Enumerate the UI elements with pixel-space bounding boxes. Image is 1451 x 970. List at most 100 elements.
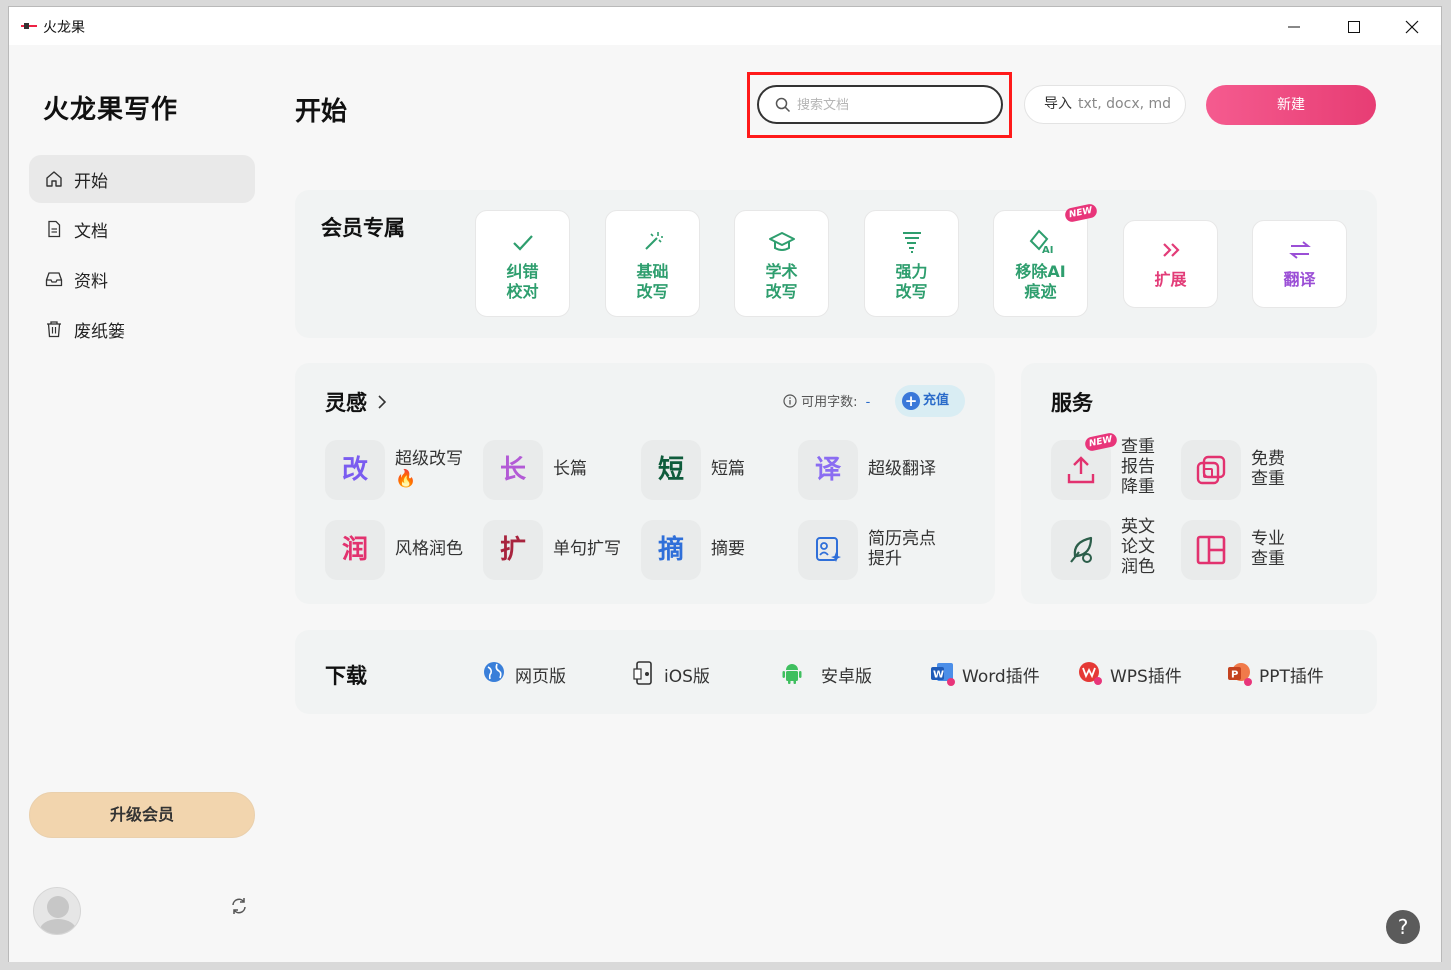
new-badge: NEW: [1063, 202, 1098, 224]
summary-label[interactable]: 摘要: [711, 539, 745, 559]
quill-icon: [1070, 536, 1093, 563]
main-content: 火龙果写作 开始 文档 资料 废纸篓 升级会员 开始 导入txt, docx,: [9, 45, 1441, 962]
search-box[interactable]: [757, 85, 1003, 124]
sentence-expand-icon[interactable]: 扩: [483, 520, 543, 580]
new-document-button[interactable]: 新建: [1206, 85, 1376, 125]
free-check-label[interactable]: 免费 查重: [1251, 449, 1285, 489]
fire-icon: 🔥: [395, 469, 417, 489]
minimize-icon: [1288, 26, 1300, 28]
plagiarism-report-label[interactable]: 查重 报告 降重: [1121, 437, 1155, 497]
copy-squares-icon: [1196, 455, 1226, 485]
layout-panel-icon: [1196, 535, 1226, 565]
page-title: 开始: [295, 97, 348, 127]
member-section-title: 会员专属: [321, 216, 405, 240]
quota-value: -: [865, 395, 871, 410]
inspiration-card: 灵感 可用字数: - + 充值 改 超级改写 🔥 长 长篇 短 短篇 译 超级翻译…: [295, 363, 995, 604]
inbox-icon: [45, 272, 63, 287]
super-rewrite-label[interactable]: 超级改写 🔥: [395, 449, 463, 489]
avatar[interactable]: [33, 887, 81, 935]
home-icon: [46, 171, 62, 187]
free-check-icon[interactable]: [1181, 440, 1241, 500]
sidebar-item-label: 文档: [74, 222, 108, 242]
ios-phone-icon: [633, 661, 652, 685]
word-icon: W: [931, 663, 955, 686]
close-button[interactable]: [1383, 7, 1441, 45]
check-icon: [512, 235, 533, 251]
app-window: 火龙果 火龙果写作 开始 文档 资料 废纸篓 升级会员 开始 搜索文档 导入 t…: [8, 6, 1442, 962]
sentence-expand-label[interactable]: 单句扩写: [553, 539, 621, 559]
globe-icon: [484, 662, 504, 682]
style-polish-label[interactable]: 风格润色: [395, 539, 463, 559]
maximize-button[interactable]: [1325, 7, 1383, 45]
pro-check-icon[interactable]: [1181, 520, 1241, 580]
sidebar-item-materials[interactable]: 资料: [29, 255, 255, 303]
window-title: 火龙果: [43, 20, 85, 36]
brand-logo: 火龙果写作: [43, 95, 179, 125]
tile-error-correction[interactable]: 纠错 校对: [475, 210, 570, 317]
tornado-icon: [902, 232, 921, 253]
sidebar-item-documents[interactable]: 文档: [29, 205, 255, 253]
double-chevron-icon: [1162, 243, 1180, 257]
tile-power-rewrite[interactable]: 强力 改写: [864, 210, 959, 317]
graduation-cap-icon: [768, 232, 795, 251]
sync-icon[interactable]: [229, 896, 249, 916]
tile-academic-rewrite[interactable]: 学术 改写: [734, 210, 829, 317]
info-icon: [783, 394, 797, 408]
chevron-right-icon[interactable]: [377, 394, 387, 410]
short-form-icon[interactable]: 短: [641, 440, 701, 500]
services-card: 服务 NEW 查重 报告 降重 免费 查重 英文 论文 润色 专业 查重: [1021, 363, 1377, 604]
long-form-label[interactable]: 长篇: [553, 459, 587, 479]
tile-translate[interactable]: 翻译: [1252, 220, 1347, 308]
help-button[interactable]: ?: [1386, 910, 1420, 944]
english-polish-icon[interactable]: [1051, 520, 1111, 580]
document-icon: [48, 220, 61, 238]
search-input[interactable]: [797, 94, 987, 116]
tile-remove-ai-traces[interactable]: AI 移除AI 痕迹: [993, 210, 1088, 317]
tile-expand[interactable]: 扩展: [1123, 220, 1218, 308]
english-polish-label[interactable]: 英文 论文 润色: [1121, 517, 1155, 577]
eraser-ai-icon: AI: [1029, 229, 1053, 255]
trash-icon: [47, 321, 61, 338]
recharge-button[interactable]: + 充值: [895, 385, 965, 417]
new-badge: NEW: [1083, 431, 1118, 453]
inspiration-title[interactable]: 灵感: [325, 387, 367, 417]
ppt-icon: P: [1228, 663, 1252, 686]
search-icon: [775, 97, 791, 113]
sidebar-item-label: 开始: [74, 172, 108, 192]
services-title: 服务: [1051, 391, 1093, 415]
svg-text:P: P: [1231, 670, 1238, 681]
sidebar-item-start[interactable]: 开始: [29, 155, 255, 203]
short-form-label[interactable]: 短篇: [711, 459, 745, 479]
title-bar: 火龙果: [9, 7, 1441, 45]
import-button[interactable]: 导入 txt, docx, md: [1024, 85, 1186, 124]
import-formats: txt, docx, md: [1078, 96, 1172, 112]
resume-highlight-icon[interactable]: [798, 520, 858, 580]
svg-text:AI: AI: [1042, 245, 1053, 255]
pro-check-label[interactable]: 专业 查重: [1251, 529, 1285, 569]
super-rewrite-icon[interactable]: 改: [325, 440, 385, 500]
style-polish-icon[interactable]: 润: [325, 520, 385, 580]
download-title: 下载: [325, 664, 367, 688]
long-form-icon[interactable]: 长: [483, 440, 543, 500]
summary-icon[interactable]: 摘: [641, 520, 701, 580]
quota-label: 可用字数:: [801, 395, 858, 410]
maximize-icon: [1348, 21, 1360, 33]
recharge-label: 充值: [923, 393, 950, 408]
resume-highlight-label[interactable]: 简历亮点 提升: [868, 529, 936, 569]
upgrade-membership-button[interactable]: 升级会员: [29, 792, 255, 838]
android-icon: [782, 664, 802, 684]
sidebar-item-trash[interactable]: 废纸篓: [29, 305, 255, 353]
super-translate-icon[interactable]: 译: [798, 440, 858, 500]
plus-icon: +: [902, 392, 920, 410]
plagiarism-report-icon[interactable]: [1051, 440, 1111, 500]
quota-info: 可用字数: -: [783, 391, 870, 410]
super-translate-label[interactable]: 超级翻译: [868, 459, 936, 479]
minimize-button[interactable]: [1265, 7, 1323, 45]
magic-wand-icon: [644, 232, 663, 250]
wps-icon: [1079, 662, 1102, 685]
swap-arrows-icon: [1288, 241, 1311, 259]
import-label: 导入: [1044, 96, 1072, 112]
resume-sparkle-icon: [816, 537, 841, 562]
member-exclusive-card: 会员专属 纠错 校对 基础 改写 学术 改写 强力 改写 AI 移除AI 痕迹 …: [295, 190, 1377, 338]
tile-basic-rewrite[interactable]: 基础 改写: [605, 210, 700, 317]
